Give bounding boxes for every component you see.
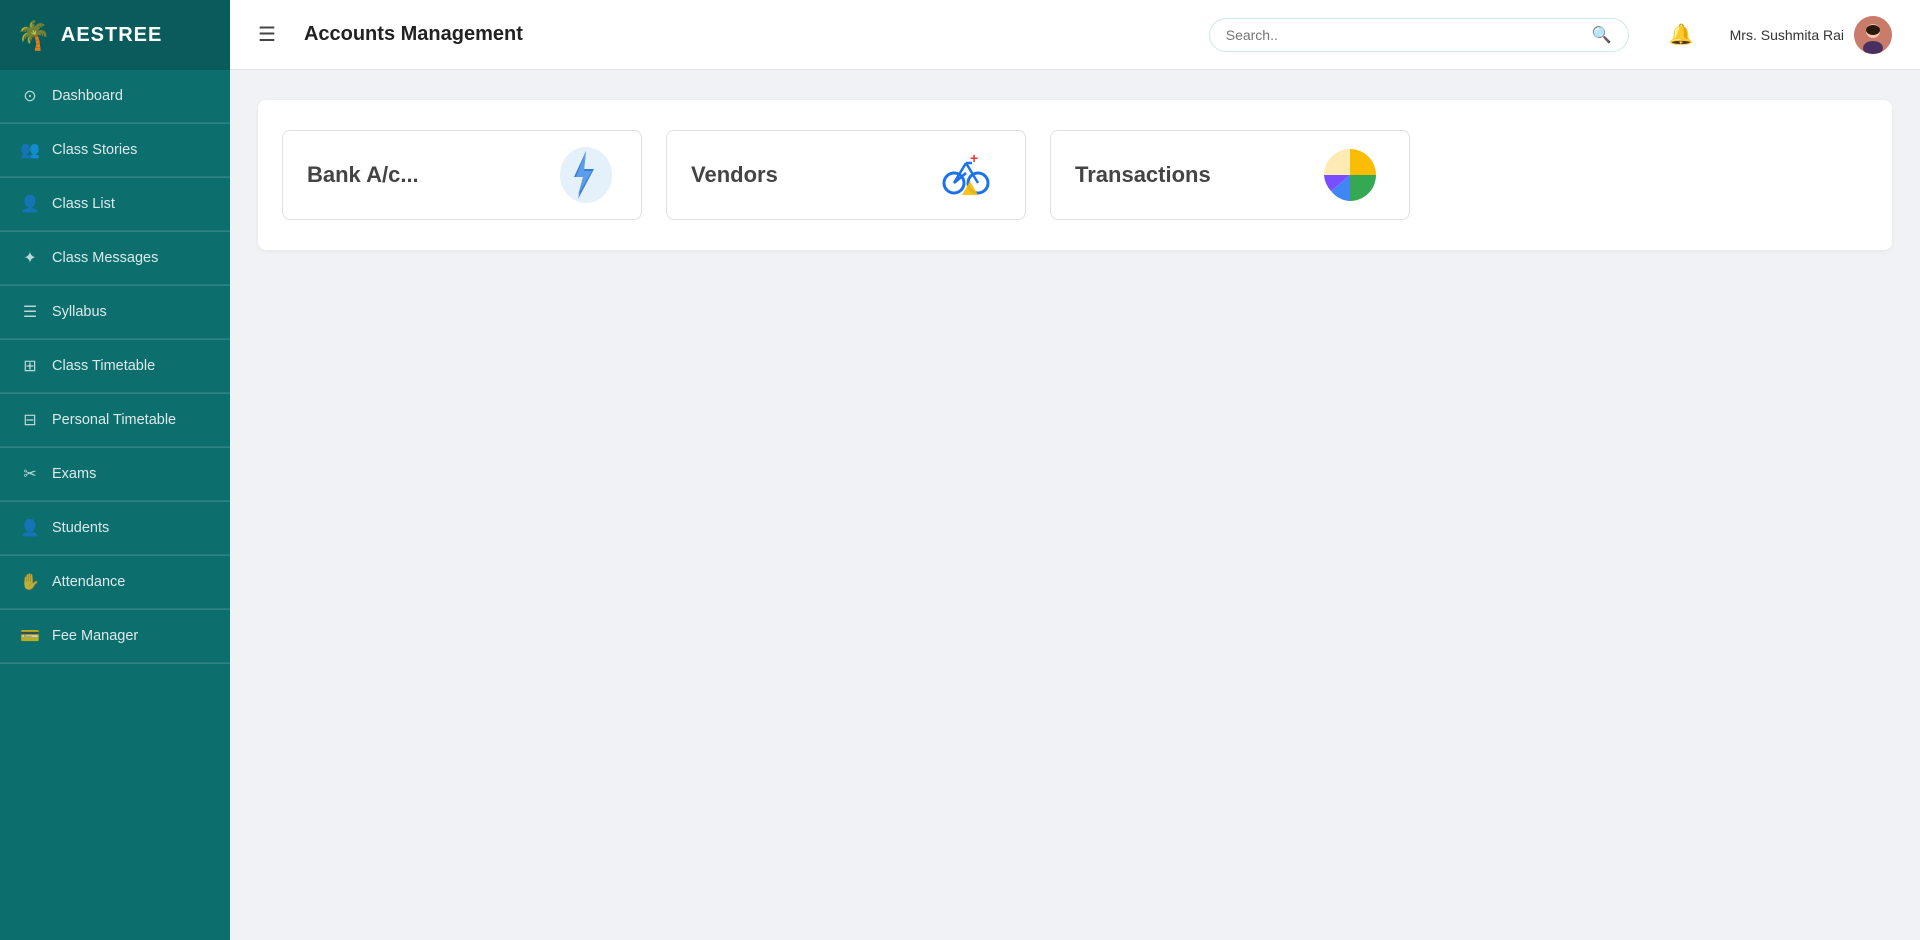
search-bar: 🔍	[1209, 18, 1629, 52]
attendance-icon: ✋	[20, 572, 40, 592]
vendors-icon: +	[931, 140, 1001, 210]
sidebar-item-attendance[interactable]: ✋ Attendance	[0, 556, 230, 609]
sidebar-item-label: Students	[52, 520, 109, 536]
main-area: ☰ Accounts Management 🔍 🔔 Mrs. Sushmita …	[230, 0, 1920, 940]
sidebar: 🌴 AESTREE ⊙ Dashboard👥 Class Stories👤 Cl…	[0, 0, 230, 940]
vendors-card[interactable]: Vendors +	[666, 130, 1026, 220]
sidebar-item-label: Attendance	[52, 574, 125, 590]
sidebar-item-dashboard[interactable]: ⊙ Dashboard	[0, 70, 230, 123]
page-title: Accounts Management	[304, 23, 523, 46]
header: ☰ Accounts Management 🔍 🔔 Mrs. Sushmita …	[230, 0, 1920, 70]
sidebar-item-label: Fee Manager	[52, 628, 138, 644]
sidebar-item-personal-timetable[interactable]: ⊟ Personal Timetable	[0, 394, 230, 447]
user-info: Mrs. Sushmita Rai	[1730, 16, 1892, 54]
transactions-label: Transactions	[1075, 162, 1211, 188]
sidebar-item-syllabus[interactable]: ☰ Syllabus	[0, 286, 230, 339]
sidebar-item-label: Class List	[52, 196, 115, 212]
bank-account-card[interactable]: Bank A/c...	[282, 130, 642, 220]
bell-icon[interactable]: 🔔	[1669, 22, 1694, 47]
user-name: Mrs. Sushmita Rai	[1730, 27, 1844, 43]
class-list-icon: 👤	[20, 194, 40, 214]
bank-account-icon	[547, 140, 617, 210]
sidebar-item-label: Personal Timetable	[52, 412, 176, 428]
sidebar-item-class-messages[interactable]: ✦ Class Messages	[0, 232, 230, 285]
sidebar-item-fee-manager[interactable]: 💳 Fee Manager	[0, 610, 230, 663]
sidebar-item-label: Dashboard	[52, 88, 123, 104]
sidebar-item-class-list[interactable]: 👤 Class List	[0, 178, 230, 231]
transactions-card[interactable]: Transactions	[1050, 130, 1410, 220]
vendors-label: Vendors	[691, 162, 778, 188]
transactions-icon	[1315, 140, 1385, 210]
sidebar-item-label: Class Stories	[52, 142, 137, 158]
search-icon: 🔍	[1592, 25, 1612, 45]
class-messages-icon: ✦	[20, 248, 40, 268]
sidebar-item-exams[interactable]: ✂ Exams	[0, 448, 230, 501]
sidebar-item-students[interactable]: 👤 Students	[0, 502, 230, 555]
content-area: Bank A/c... Vendors	[230, 70, 1920, 940]
sidebar-item-label: Class Timetable	[52, 358, 155, 374]
sidebar-item-label: Class Messages	[52, 250, 158, 266]
user-avatar	[1854, 16, 1892, 54]
sidebar-item-label: Exams	[52, 466, 96, 482]
sidebar-item-class-timetable[interactable]: ⊞ Class Timetable	[0, 340, 230, 393]
sidebar-nav: ⊙ Dashboard👥 Class Stories👤 Class List✦ …	[0, 70, 230, 664]
class-timetable-icon: ⊞	[20, 356, 40, 376]
search-input[interactable]	[1226, 27, 1584, 43]
sidebar-item-class-stories[interactable]: 👥 Class Stories	[0, 124, 230, 177]
dashboard-icon: ⊙	[20, 86, 40, 106]
sidebar-logo: 🌴 AESTREE	[0, 0, 230, 70]
sidebar-item-label: Syllabus	[52, 304, 107, 320]
syllabus-icon: ☰	[20, 302, 40, 322]
class-stories-icon: 👥	[20, 140, 40, 160]
svg-text:+: +	[970, 150, 978, 166]
bank-account-label: Bank A/c...	[307, 162, 419, 188]
logo-icon: 🌴	[16, 19, 51, 52]
menu-icon[interactable]: ☰	[258, 22, 276, 47]
exams-icon: ✂	[20, 464, 40, 484]
cards-container: Bank A/c... Vendors	[258, 100, 1892, 250]
logo-text: AESTREE	[61, 24, 162, 47]
personal-timetable-icon: ⊟	[20, 410, 40, 430]
fee-manager-icon: 💳	[20, 626, 40, 646]
students-icon: 👤	[20, 518, 40, 538]
